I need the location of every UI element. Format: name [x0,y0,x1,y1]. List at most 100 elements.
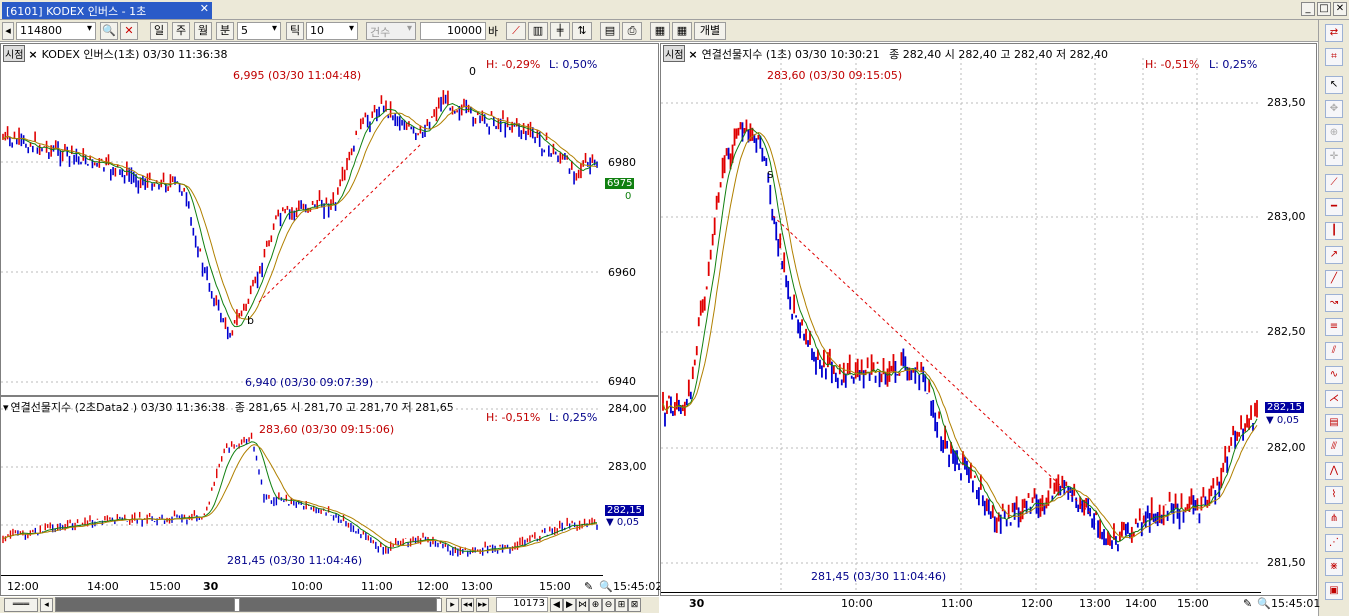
tool-cursor-icon[interactable]: ↖ [1325,76,1343,94]
sort-icon[interactable]: ⇅ [572,22,592,40]
left-bottom-low-annotation: 281,45 (03/30 11:04:46) [227,554,363,567]
period-week-button[interactable]: 주 [172,22,190,40]
tick-select[interactable]: 10 [306,22,358,40]
window-title: [6101] KODEX 인버스 - 1초 [6,5,147,18]
right-current-price: 282,15 [1265,402,1304,413]
left-bottom-xtick: 15:00 [539,580,571,593]
minimize-button[interactable]: _ [1301,2,1315,16]
right-xtick: 15:00 [1177,597,1209,610]
next-icon[interactable]: ▶ [563,598,576,612]
search-clear-icon[interactable]: ✕ [120,22,138,40]
right-ytick: 283,50 [1267,96,1306,109]
tool-gann-icon[interactable]: ⋇ [1325,558,1343,576]
close-button[interactable]: ✕ [1333,2,1347,16]
right-x-axis [661,592,1261,593]
code-select[interactable]: 114800 [16,22,96,40]
chart-candle-icon[interactable]: ╪ [550,22,570,40]
data-scrollbar[interactable] [55,597,440,612]
moving-average-line [662,131,1258,539]
tool-hline-icon[interactable]: ━ [1325,198,1343,216]
left-bottom-ytick: 284,00 [608,402,647,415]
tool-parallel-icon[interactable]: ⫻ [1325,438,1343,456]
tool-vline-icon[interactable]: ┃ [1325,222,1343,240]
scroll-right-icon[interactable]: ▸ [446,598,459,612]
bar-count-input[interactable]: 10000 [420,22,486,40]
chart-line-icon[interactable]: ⟋ [506,22,526,40]
zoom-in-icon[interactable]: ⊕ [589,598,602,612]
tick-button[interactable]: 틱 [286,22,304,40]
tool-pitchfork-icon[interactable]: ⋔ [1325,510,1343,528]
tool-crosshair-icon[interactable]: ✛ [1325,148,1343,166]
right-zoom-icon[interactable]: 🔍 [1257,597,1271,610]
tool-fan-icon[interactable]: ⋌ [1325,390,1343,408]
right-current-change: ▼ 0,05 [1266,415,1300,426]
right-price-chart[interactable] [661,44,1261,592]
left-arrow-icon[interactable]: ◂ [2,22,14,40]
zoom-out-icon[interactable]: ⊖ [602,598,615,612]
chart-bar-icon[interactable]: ▥ [528,22,548,40]
toolbar: ◂ 114800 🔍 ✕ 일 주 월 분 5 틱 10 건수 10000 바 ⟋… [0,20,1318,42]
left-top-price-chart[interactable] [1,44,603,396]
left-bottom-current-change: ▼ 0,05 [606,517,640,528]
right-ytick: 281,50 [1267,556,1306,569]
scroll-thumb-right[interactable] [436,598,442,612]
left-bottom-xtick: 15:00 [149,580,181,593]
reset-icon[interactable]: ⊞ [615,598,628,612]
window-tab[interactable]: [6101] KODEX 인버스 - 1초 ✕ [2,2,212,19]
bottom-close-icon[interactable]: ⊠ [628,598,641,612]
drawing-tools-bar: ⇄ ⌗ ↖ ✥ ⊕ ✛ ⟋ ━ ┃ ↗ ╱ ↝ ≡ ⫽ ∿ ⋌ ▤ ⫻ ⋀ ⌇ … [1318,20,1349,616]
tool-trend-icon[interactable]: ⟋ [1325,174,1343,192]
period-minute-button[interactable]: 분 [216,22,234,40]
tool-zigzag-icon[interactable]: ⋀ [1325,462,1343,480]
right-xtick: 30 [689,597,705,610]
count-select[interactable]: 건수 [366,22,416,40]
grid-icon[interactable]: ▦ [672,22,692,40]
period-day-button[interactable]: 일 [150,22,168,40]
left-bottom-zoom-icon[interactable]: 🔍 [599,580,613,593]
right-ytick: 282,50 [1267,325,1306,338]
window-controls: _ □ ✕ [1301,2,1347,16]
scroll-thumb-left[interactable] [234,598,240,612]
search-icon[interactable]: 🔍 [100,22,118,40]
left-bottom-xtick: 12:00 [417,580,449,593]
tool-arrow-icon[interactable]: ↗ [1325,246,1343,264]
forward-icon[interactable]: ▸▸ [476,598,489,612]
tool-ray-icon[interactable]: ↝ [1325,294,1343,312]
rewind-icon[interactable]: ◂◂ [461,598,474,612]
left-bottom-xtick: 13:00 [461,580,493,593]
tool-pan-icon[interactable]: ✥ [1325,100,1343,118]
period-month-button[interactable]: 월 [194,22,212,40]
right-xtick: 14:00 [1125,597,1157,610]
left-bottom-xtick: 14:00 [87,580,119,593]
tool-box-icon[interactable]: ▣ [1325,582,1343,600]
tool-zoom-icon[interactable]: ⊕ [1325,124,1343,142]
moving-average-line [2,441,597,552]
tool-channel-icon[interactable]: ⫽ [1325,342,1343,360]
left-top-marker-b: b [247,314,254,327]
scroll-left-icon[interactable]: ◂ [40,598,53,612]
tool-wave-icon[interactable]: ∿ [1325,366,1343,384]
print-icon[interactable]: ⎙ [622,22,642,40]
layout-icon[interactable]: ▦ [650,22,670,40]
document-icon[interactable]: ▤ [600,22,620,40]
tool-line-icon[interactable]: ╱ [1325,270,1343,288]
interval-select[interactable]: 5 [237,22,281,40]
tool-cycle-icon[interactable]: ⌇ [1325,486,1343,504]
tool-magnet-icon[interactable]: ⌗ [1325,48,1343,66]
left-bottom-edit-icon[interactable]: ✎ [584,580,593,593]
fit-icon[interactable]: ⋈ [576,598,589,612]
prev-icon[interactable]: ◀ [550,598,563,612]
scroll-grip-icon[interactable]: ═══ [4,598,38,612]
tool-grid-icon[interactable]: ▤ [1325,414,1343,432]
right-chart-panel: 시점 × 연결선물지수 (1초) 03/30 10:30:21 종 282,40 시… [660,43,1320,610]
tab-close-icon[interactable]: ✕ [200,2,209,15]
left-bottom-x-axis [1,575,603,576]
tool-fibo-icon[interactable]: ≡ [1325,318,1343,336]
individual-button[interactable]: 개별 [694,22,726,40]
left-bottom-time-end: 15:45:02 [613,580,663,593]
tool-swap-icon[interactable]: ⇄ [1325,24,1343,42]
maximize-button[interactable]: □ [1317,2,1331,16]
right-edit-icon[interactable]: ✎ [1243,597,1252,610]
bar-position-input[interactable]: 10173 [496,597,548,612]
tool-speed-icon[interactable]: ⋰ [1325,534,1343,552]
